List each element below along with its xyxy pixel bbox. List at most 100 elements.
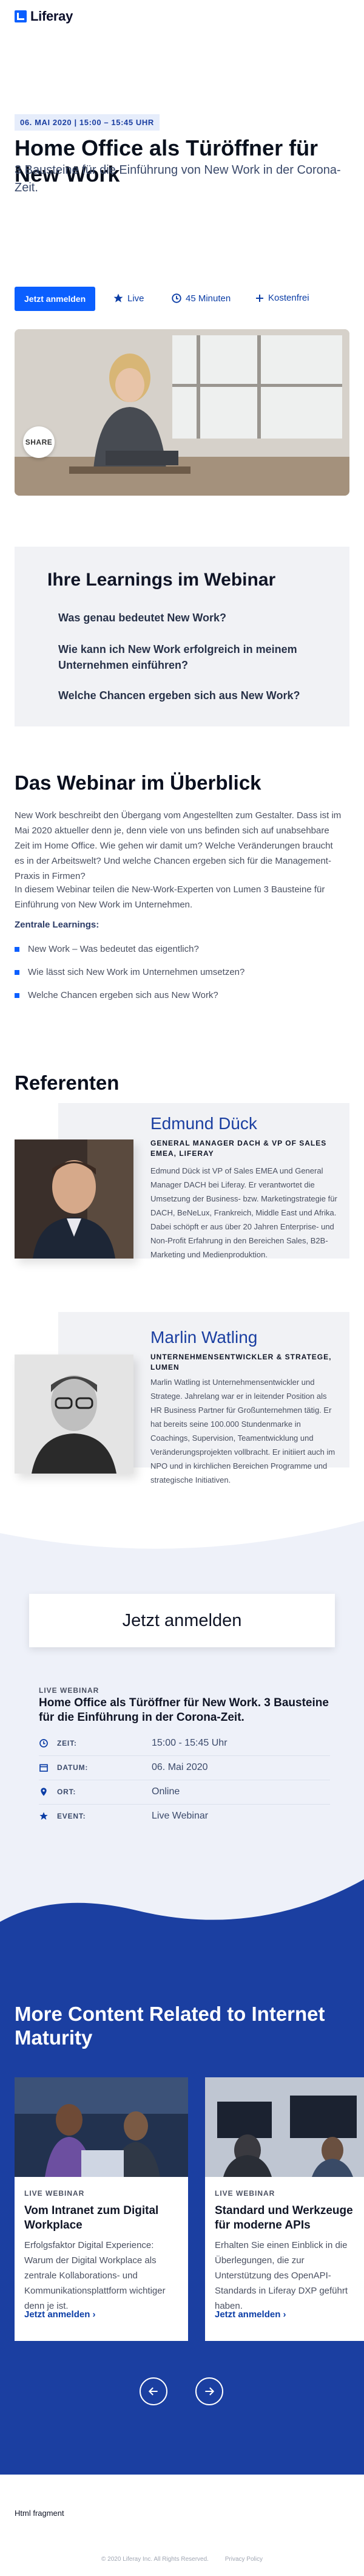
learnings-title: Ihre Learnings im Webinar bbox=[47, 570, 276, 590]
star-icon bbox=[113, 293, 123, 302]
wave-divider bbox=[0, 1855, 364, 1922]
speaker-photo-art bbox=[15, 1355, 133, 1474]
event-label: ORT: bbox=[57, 1788, 76, 1796]
star-icon bbox=[39, 1812, 48, 1820]
clock-icon bbox=[172, 293, 181, 303]
event-label-wrap: ZEIT: bbox=[39, 1738, 152, 1748]
card-title: Standard und Werkzeuge für moderne APIs bbox=[215, 2204, 353, 2232]
speaker-bio: Marlin Watling ist Unternehmensentwickle… bbox=[150, 1378, 335, 1484]
plus-icon bbox=[256, 294, 263, 302]
card-kicker: LIVE WEBINAR bbox=[215, 2189, 275, 2198]
register-heading-card[interactable]: Jetzt anmelden bbox=[29, 1594, 335, 1647]
speaker-photo bbox=[15, 1355, 133, 1474]
overview-paragraph-2: In diesem Webinar teilen die New-Work-Ex… bbox=[15, 884, 325, 910]
date-chip: 06. MAI 2020 | 15:00 – 15:45 UHR bbox=[15, 114, 160, 131]
bullet-icon bbox=[15, 992, 19, 998]
liferay-logo-icon bbox=[15, 10, 27, 22]
event-title: Home Office als Türöffner für New Work. … bbox=[39, 1696, 329, 1724]
speaker-role: GENERAL MANAGER DACH & VP OF SALES EMEA,… bbox=[150, 1139, 327, 1158]
card-title: Vom Intranet zum Digital Workplace bbox=[24, 2204, 159, 2232]
learning-item: Wie kann ich New Work erfolgreich in mei… bbox=[58, 643, 297, 671]
event-row-location: ORT: Online bbox=[39, 1780, 330, 1805]
event-row-type: EVENT: Live Webinar bbox=[39, 1804, 330, 1828]
list-item-text: Wie lässt sich New Work im Unternehmen u… bbox=[28, 967, 245, 977]
cost-indicator: Kostenfrei bbox=[255, 293, 309, 303]
more-content-title: More Content Related to Internet Maturit… bbox=[15, 2003, 325, 2049]
card-image-art bbox=[15, 2077, 188, 2177]
card-link-label: Jetzt anmelden bbox=[215, 2309, 281, 2320]
hero-illustration bbox=[15, 329, 349, 496]
privacy-policy-link[interactable]: Privacy Policy bbox=[225, 2556, 263, 2563]
liferay-logo[interactable]: Liferay bbox=[15, 9, 73, 24]
card-link-label: Jetzt anmelden bbox=[24, 2309, 90, 2320]
card-image-art bbox=[205, 2077, 364, 2177]
card-image bbox=[205, 2077, 364, 2177]
arrow-right-icon bbox=[205, 2387, 215, 2396]
learning-item: Welche Chancen ergeben sich aus New Work… bbox=[58, 689, 300, 702]
event-label-wrap: EVENT: bbox=[39, 1811, 152, 1821]
location-pin-icon bbox=[41, 1788, 47, 1796]
card-image bbox=[15, 2077, 188, 2177]
speakers-title: Referenten bbox=[15, 1071, 120, 1094]
carousel-next-button[interactable] bbox=[195, 2377, 223, 2405]
overview-paragraph: New Work beschreibt den Übergang vom Ang… bbox=[15, 810, 342, 881]
event-row-time: ZEIT: 15:00 - 15:45 Uhr bbox=[39, 1731, 330, 1756]
footer-copyright: © 2020 Liferay Inc. All Rights Reserved.… bbox=[0, 2556, 364, 2563]
hero-image: SHARE bbox=[15, 329, 349, 496]
card-description: Erfolgsfaktor Digital Experience: Warum … bbox=[24, 2240, 166, 2311]
event-value: 15:00 - 15:45 Uhr bbox=[152, 1738, 228, 1748]
bullet-icon bbox=[15, 969, 19, 975]
speaker-card: Edmund Dück GENERAL MANAGER DACH & VP OF… bbox=[15, 1103, 349, 1259]
event-label: DATUM: bbox=[57, 1763, 89, 1772]
card-kicker: LIVE WEBINAR bbox=[24, 2189, 85, 2198]
live-indicator: Live bbox=[113, 293, 144, 304]
content-card[interactable]: LIVE WEBINAR Standard und Werkzeuge für … bbox=[205, 2077, 364, 2341]
bullet-icon bbox=[15, 946, 19, 952]
event-value: Live Webinar bbox=[152, 1811, 209, 1821]
speaker-name: Marlin Watling bbox=[150, 1328, 258, 1347]
event-row-date: DATUM: 06. Mai 2020 bbox=[39, 1755, 330, 1780]
speaker-bio: Edmund Dück ist VP of Sales EMEA und Gen… bbox=[150, 1166, 337, 1259]
list-item-text: New Work – Was bedeutet das eigentlich? bbox=[28, 944, 199, 954]
page-subtitle: 3 Bausteine für die Einführung von New W… bbox=[15, 163, 341, 194]
learning-item: Was genau bedeutet New Work? bbox=[58, 612, 227, 624]
list-item: Welche Chancen ergeben sich aus New Work… bbox=[15, 990, 218, 1000]
copyright-text: © 2020 Liferay Inc. All Rights Reserved. bbox=[101, 2556, 209, 2563]
calendar-icon bbox=[39, 1764, 48, 1772]
event-kicker: LIVE WEBINAR bbox=[39, 1686, 99, 1695]
list-item-text: Welche Chancen ergeben sich aus New Work… bbox=[28, 990, 218, 1000]
event-label: EVENT: bbox=[57, 1812, 86, 1820]
wave-divider bbox=[0, 1515, 364, 1549]
carousel-prev-button[interactable] bbox=[140, 2377, 167, 2405]
speaker-photo bbox=[15, 1139, 133, 1259]
card-description: Erhalten Sie einen Einblick in die Überl… bbox=[215, 2240, 348, 2311]
speaker-photo-art bbox=[15, 1139, 133, 1259]
duration-label: 45 Minuten bbox=[186, 293, 231, 304]
card-register-link[interactable]: Jetzt anmelden › bbox=[215, 2309, 286, 2320]
live-label: Live bbox=[127, 293, 144, 304]
learnings-panel: Ihre Learnings im Webinar Was genau bede… bbox=[15, 547, 349, 726]
chevron-right-icon: › bbox=[92, 2309, 96, 2320]
arrow-left-icon bbox=[148, 2387, 158, 2396]
share-button[interactable]: SHARE bbox=[23, 426, 55, 458]
event-label-wrap: DATUM: bbox=[39, 1763, 152, 1772]
register-button[interactable]: Jetzt anmelden bbox=[15, 287, 96, 311]
card-register-link[interactable]: Jetzt anmelden › bbox=[24, 2309, 96, 2320]
chevron-right-icon: › bbox=[283, 2309, 286, 2320]
duration-indicator: 45 Minuten bbox=[171, 293, 231, 304]
speaker-card: Marlin Watling UNTERNEHMENSENTWICKLER & … bbox=[15, 1312, 349, 1484]
speaker-role: UNTERNEHMENSENTWICKLER & STRATEGE, LUMEN bbox=[150, 1353, 332, 1372]
learnings-list-title: Zentrale Learnings: bbox=[15, 920, 99, 930]
logo-text: Liferay bbox=[30, 9, 73, 24]
event-value: 06. Mai 2020 bbox=[152, 1762, 208, 1772]
overview-title: Das Webinar im Überblick bbox=[15, 771, 261, 794]
event-label: ZEIT: bbox=[57, 1739, 77, 1748]
clock-icon bbox=[39, 1739, 48, 1748]
speaker-name: Edmund Dück bbox=[150, 1114, 257, 1133]
list-item: New Work – Was bedeutet das eigentlich? bbox=[15, 944, 199, 954]
event-label-wrap: ORT: bbox=[39, 1787, 152, 1797]
cost-label: Kostenfrei bbox=[268, 293, 309, 303]
content-card[interactable]: LIVE WEBINAR Vom Intranet zum Digital Wo… bbox=[15, 2077, 188, 2341]
list-item: Wie lässt sich New Work im Unternehmen u… bbox=[15, 967, 244, 977]
event-value: Online bbox=[152, 1786, 180, 1797]
